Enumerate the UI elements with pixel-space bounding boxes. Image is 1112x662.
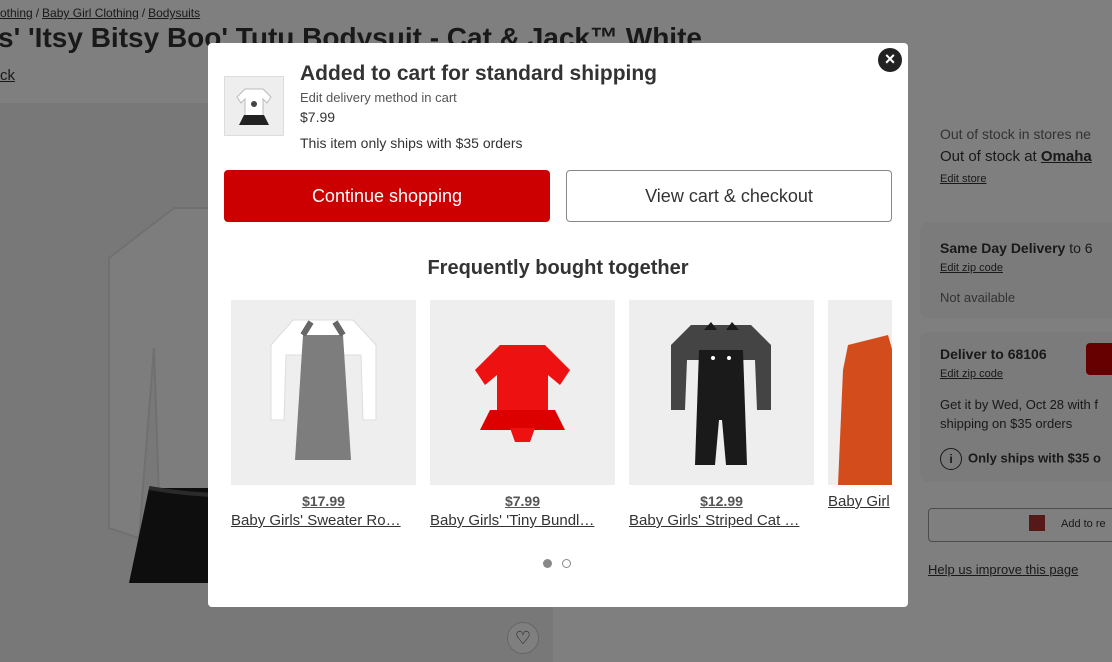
- product-image[interactable]: [828, 300, 892, 485]
- sweater-romper-image: [270, 319, 377, 460]
- product-image[interactable]: [629, 300, 814, 485]
- carousel-dot-2[interactable]: [562, 559, 571, 568]
- recommendation-card[interactable]: $7.99 Baby Girls' 'Tiny Bundl…: [430, 300, 615, 529]
- modal-title: Added to cart for standard shipping: [300, 62, 658, 85]
- carousel-dot-1[interactable]: [543, 559, 552, 568]
- product-image[interactable]: [231, 300, 416, 485]
- recommendation-card[interactable]: $17.99 Baby Girls' Sweater Ro…: [231, 300, 416, 529]
- recommendation-price: $7.99: [504, 493, 541, 509]
- add-to-cart-modal: × Added to cart for standard shipping Ed…: [208, 43, 908, 607]
- recommendation-card[interactable]: Baby Girl: [828, 300, 892, 510]
- recommendation-name[interactable]: Baby Girls' 'Tiny Bundl…: [430, 512, 615, 529]
- recommendation-card[interactable]: $12.99 Baby Girls' Striped Cat …: [629, 300, 814, 529]
- recommendation-price: $17.99: [302, 493, 345, 509]
- cart-item-thumbnail: [224, 76, 284, 136]
- striped-cat-romper-image: [671, 322, 771, 465]
- red-tutu-bodysuit-image: [475, 345, 570, 442]
- recommendation-name[interactable]: Baby Girls' Sweater Ro…: [231, 512, 416, 529]
- carousel-pagination: [543, 559, 571, 568]
- frequently-bought-together-heading: Frequently bought together: [427, 257, 689, 279]
- bodysuit-thumbnail-image: [236, 88, 272, 125]
- item-price: $7.99: [300, 109, 336, 125]
- edit-delivery-method: Edit delivery method in cart: [300, 90, 457, 105]
- recommendation-price: $12.99: [700, 493, 743, 509]
- recommendation-name[interactable]: Baby Girl: [828, 493, 892, 510]
- close-icon[interactable]: ×: [878, 48, 902, 72]
- recommendation-name[interactable]: Baby Girls' Striped Cat …: [629, 512, 814, 529]
- recommendations-carousel: $17.99 Baby Girls' Sweater Ro… $7.99 Bab…: [231, 300, 892, 540]
- product-image[interactable]: [430, 300, 615, 485]
- view-cart-checkout-button[interactable]: View cart & checkout: [566, 170, 892, 222]
- orange-sweater-image: [838, 335, 892, 485]
- continue-shopping-button[interactable]: Continue shopping: [224, 170, 550, 222]
- shipping-minimum-note: This item only ships with $35 orders: [300, 135, 523, 151]
